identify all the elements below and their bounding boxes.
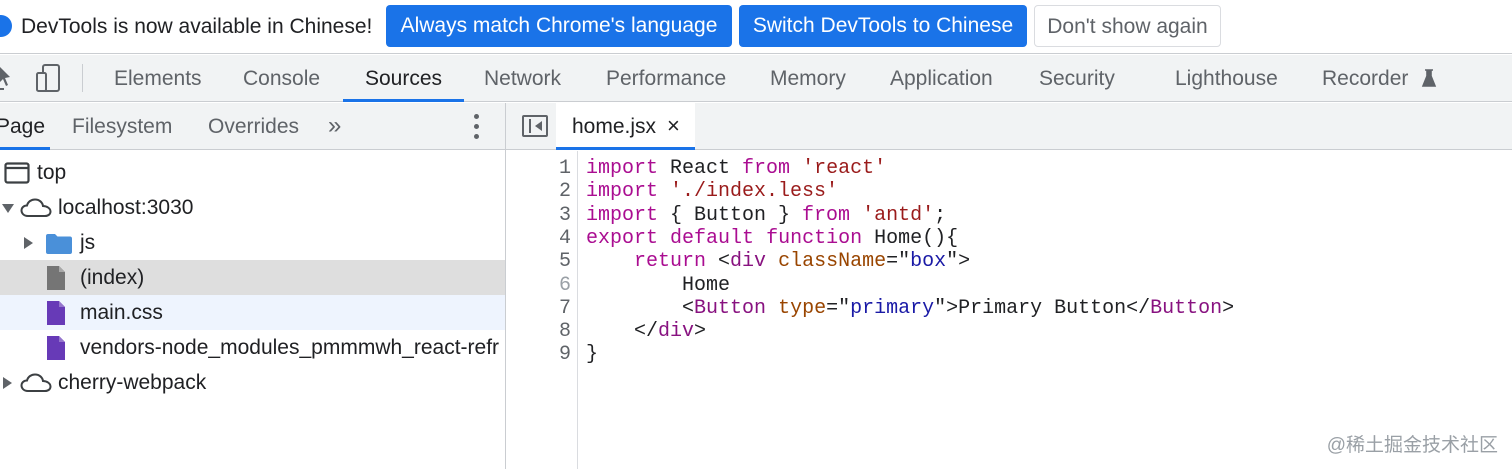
file-tree: top localhost:3030 js (index) main.css v… [0,151,505,469]
code-line: </div> [586,320,707,344]
editor-tab-bar: home.jsx × [506,103,1512,150]
experimental-flask-icon [1416,55,1446,102]
stylesheet-file-icon [47,301,65,325]
line-number: 5 [558,250,571,274]
navigator-header: Page Filesystem Overrides » [0,103,505,150]
code-editor[interactable]: 1 2 3 4 5 6 7 8 9 import React from 'rea… [506,151,1512,469]
toggle-navigator-icon[interactable] [522,115,548,137]
switch-to-chinese-button[interactable]: Switch DevTools to Chinese [739,5,1027,47]
line-number: 7 [558,296,571,320]
expand-arrow-icon[interactable] [3,377,12,389]
script-file-icon [47,336,65,360]
tree-item-main-css[interactable]: main.css [0,295,505,330]
tree-item-js-folder[interactable]: js [0,225,505,260]
device-toolbar-icon[interactable] [34,55,64,102]
tree-item-label: main.css [80,301,163,324]
tree-item-localhost[interactable]: localhost:3030 [0,190,505,225]
close-tab-icon[interactable]: × [667,103,680,149]
line-number: 2 [558,180,571,204]
tree-item-label: localhost:3030 [58,196,194,219]
inspect-element-icon[interactable] [0,55,24,102]
code-line: export default function Home(){ [586,226,959,250]
folder-icon [46,234,72,254]
nav-active-indicator [0,147,50,150]
tree-item-label: js [80,231,96,254]
info-icon [0,15,12,37]
tree-item-label: vendors-node_modules_pmmmwh_react-refr [80,336,500,359]
tab-performance[interactable]: Performance [606,55,726,102]
tab-elements[interactable]: Elements [114,55,202,102]
tab-sources[interactable]: Sources [343,55,464,102]
infobar-message: DevTools is now available in Chinese! [21,15,373,38]
main-toolbar: Elements Console Sources Network Perform… [0,55,1512,102]
tab-memory[interactable]: Memory [770,55,846,102]
tree-item-label: (index) [80,266,145,289]
more-options-icon[interactable] [466,113,486,141]
cloud-icon [20,198,52,217]
watermark: @稀土掘金技术社区 [1326,435,1498,456]
tab-network[interactable]: Network [484,55,561,102]
line-number: 4 [558,226,571,250]
file-tab-label: home.jsx [572,115,657,138]
language-infobar: DevTools is now available in Chinese! Al… [0,0,1512,54]
tree-item-label: cherry-webpack [58,371,207,394]
dont-show-again-button[interactable]: Don't show again [1034,5,1221,47]
tab-application[interactable]: Application [890,55,993,102]
frame-icon [4,162,30,184]
file-tab-indicator [556,147,695,150]
file-tab-home-jsx[interactable]: home.jsx × [556,103,695,150]
cloud-icon [20,373,52,392]
document-icon [47,266,65,290]
toolbar-separator [82,64,83,92]
tree-item-label: top [37,161,67,184]
code-line: <Button type="primary">Primary Button</B… [586,296,1235,320]
code-line: import React from 'react' [586,157,887,180]
code-line: import './index.less' [586,180,839,204]
code-line: return <div className="box"> [634,250,971,274]
nav-tab-filesystem[interactable]: Filesystem [72,103,172,150]
more-tabs-chevron-icon[interactable]: » [328,103,341,150]
tree-item-index[interactable]: (index) [0,260,505,295]
always-match-language-button[interactable]: Always match Chrome's language [386,5,732,47]
tree-item-cherry-webpack[interactable]: cherry-webpack [0,365,505,400]
nav-tab-page[interactable]: Page [0,103,45,150]
tree-item-vendors-script[interactable]: vendors-node_modules_pmmmwh_react-refr [0,330,505,365]
tab-recorder[interactable]: Recorder [1322,55,1408,102]
tab-lighthouse[interactable]: Lighthouse [1175,55,1278,102]
expand-arrow-icon[interactable] [2,204,14,213]
code-line: import { Button } from 'antd'; [586,203,947,227]
line-number: 3 [558,203,571,227]
active-tab-indicator [343,99,464,102]
expand-arrow-icon[interactable] [24,237,33,249]
code-line: Home [586,273,731,297]
tab-security[interactable]: Security [1039,55,1115,102]
line-number: 9 [558,343,571,367]
nav-tab-overrides[interactable]: Overrides [208,103,299,150]
line-number: 8 [558,320,571,344]
line-number: 1 [558,157,571,180]
line-number-gutter: 1 2 3 4 5 6 7 8 9 [506,151,578,469]
code-line: } [586,343,599,367]
tab-console[interactable]: Console [243,55,320,102]
line-number: 6 [558,273,571,297]
tree-item-top[interactable]: top [0,155,505,190]
